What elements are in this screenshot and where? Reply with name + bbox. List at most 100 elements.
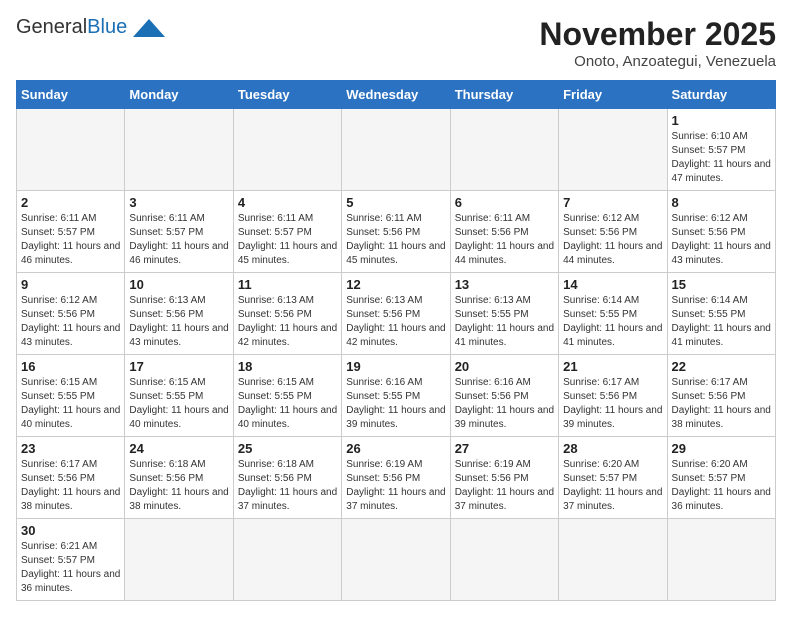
calendar-day-cell [125,519,233,601]
calendar-day-cell [342,519,450,601]
day-number: 16 [21,359,120,374]
calendar-day-cell: 23 Sunrise: 6:17 AMSunset: 5:56 PMDayligh… [17,437,125,519]
calendar-day-cell: 25 Sunrise: 6:18 AMSunset: 5:56 PMDayligh… [233,437,341,519]
calendar-day-cell: 8 Sunrise: 6:12 AMSunset: 5:56 PMDaylight… [667,191,775,273]
weekday-header: Monday [125,81,233,109]
calendar-day-cell: 28 Sunrise: 6:20 AMSunset: 5:57 PMDayligh… [559,437,667,519]
day-info: Sunrise: 6:17 AMSunset: 5:56 PMDaylight:… [21,458,120,514]
day-number: 24 [129,441,228,456]
day-number: 21 [563,359,662,374]
calendar-day-cell [342,109,450,191]
day-info: Sunrise: 6:18 AMSunset: 5:56 PMDaylight:… [129,458,228,514]
calendar-week-row: 30Sunrise: 6:21 AMSunset: 5:57 PMDayligh… [17,519,776,601]
calendar-header: SundayMondayTuesdayWednesdayThursdayFrid… [17,81,776,109]
day-info: Sunrise: 6:10 AMSunset: 5:57 PMDaylight:… [672,130,771,186]
calendar-day-cell: 3 Sunrise: 6:11 AMSunset: 5:57 PMDaylight… [125,191,233,273]
weekday-header: Wednesday [342,81,450,109]
day-number: 14 [563,277,662,292]
location-title: Onoto, Anzoategui, Venezuela [539,53,776,70]
logo-icon [131,17,167,39]
logo-text: GeneralBlue [16,16,127,39]
day-number: 27 [455,441,554,456]
day-info: Sunrise: 6:11 AMSunset: 5:57 PMDaylight:… [238,212,337,268]
day-info: Sunrise: 6:11 AMSunset: 5:57 PMDaylight:… [21,212,120,268]
day-info: Sunrise: 6:16 AMSunset: 5:55 PMDaylight:… [346,376,445,432]
weekday-header: Thursday [450,81,558,109]
day-number: 9 [21,277,120,292]
day-info: Sunrise: 6:20 AMSunset: 5:57 PMDaylight:… [672,458,771,514]
day-info: Sunrise: 6:16 AMSunset: 5:56 PMDaylight:… [455,376,554,432]
calendar-day-cell: 12Sunrise: 6:13 AMSunset: 5:56 PMDayligh… [342,273,450,355]
day-info: Sunrise: 6:11 AMSunset: 5:57 PMDaylight:… [129,212,228,268]
day-info: Sunrise: 6:14 AMSunset: 5:55 PMDaylight:… [563,294,662,350]
day-info: Sunrise: 6:20 AMSunset: 5:57 PMDaylight:… [563,458,662,514]
day-info: Sunrise: 6:13 AMSunset: 5:56 PMDaylight:… [129,294,228,350]
day-info: Sunrise: 6:15 AMSunset: 5:55 PMDaylight:… [21,376,120,432]
day-number: 4 [238,195,337,210]
calendar-body: 1 Sunrise: 6:10 AMSunset: 5:57 PMDaylight… [17,109,776,601]
day-info: Sunrise: 6:12 AMSunset: 5:56 PMDaylight:… [563,212,662,268]
day-info: Sunrise: 6:13 AMSunset: 5:56 PMDaylight:… [346,294,445,350]
weekday-header: Tuesday [233,81,341,109]
calendar-day-cell [559,519,667,601]
day-number: 15 [672,277,771,292]
day-number: 26 [346,441,445,456]
calendar-day-cell: 6Sunrise: 6:11 AMSunset: 5:56 PMDaylight… [450,191,558,273]
calendar-week-row: 1 Sunrise: 6:10 AMSunset: 5:57 PMDaylight… [17,109,776,191]
day-info: Sunrise: 6:12 AMSunset: 5:56 PMDaylight:… [672,212,771,268]
calendar-day-cell: 26 Sunrise: 6:19 AMSunset: 5:56 PMDayligh… [342,437,450,519]
day-number: 28 [563,441,662,456]
calendar-day-cell: 13 Sunrise: 6:13 AMSunset: 5:55 PMDayligh… [450,273,558,355]
day-number: 6 [455,195,554,210]
calendar-day-cell: 18Sunrise: 6:15 AMSunset: 5:55 PMDayligh… [233,355,341,437]
day-number: 25 [238,441,337,456]
day-number: 13 [455,277,554,292]
day-info: Sunrise: 6:19 AMSunset: 5:56 PMDaylight:… [346,458,445,514]
calendar-day-cell: 17 Sunrise: 6:15 AMSunset: 5:55 PMDayligh… [125,355,233,437]
day-number: 7 [563,195,662,210]
calendar-day-cell [667,519,775,601]
calendar-day-cell: 30Sunrise: 6:21 AMSunset: 5:57 PMDayligh… [17,519,125,601]
calendar-day-cell [233,519,341,601]
calendar-day-cell: 7 Sunrise: 6:12 AMSunset: 5:56 PMDaylight… [559,191,667,273]
calendar-week-row: 23 Sunrise: 6:17 AMSunset: 5:56 PMDayligh… [17,437,776,519]
day-info: Sunrise: 6:12 AMSunset: 5:56 PMDaylight:… [21,294,120,350]
calendar-day-cell: 1 Sunrise: 6:10 AMSunset: 5:57 PMDaylight… [667,109,775,191]
day-number: 20 [455,359,554,374]
day-info: Sunrise: 6:18 AMSunset: 5:56 PMDaylight:… [238,458,337,514]
day-number: 23 [21,441,120,456]
day-info: Sunrise: 6:19 AMSunset: 5:56 PMDaylight:… [455,458,554,514]
day-number: 8 [672,195,771,210]
calendar-week-row: 16 Sunrise: 6:15 AMSunset: 5:55 PMDayligh… [17,355,776,437]
day-number: 1 [672,113,771,128]
calendar-day-cell: 15Sunrise: 6:14 AMSunset: 5:55 PMDayligh… [667,273,775,355]
calendar-day-cell [450,109,558,191]
day-info: Sunrise: 6:13 AMSunset: 5:56 PMDaylight:… [238,294,337,350]
day-number: 5 [346,195,445,210]
weekday-header: Friday [559,81,667,109]
day-info: Sunrise: 6:15 AMSunset: 5:55 PMDaylight:… [129,376,228,432]
calendar-day-cell: 11Sunrise: 6:13 AMSunset: 5:56 PMDayligh… [233,273,341,355]
calendar: SundayMondayTuesdayWednesdayThursdayFrid… [16,80,776,601]
day-number: 19 [346,359,445,374]
day-info: Sunrise: 6:13 AMSunset: 5:55 PMDaylight:… [455,294,554,350]
day-number: 29 [672,441,771,456]
calendar-day-cell: 2 Sunrise: 6:11 AMSunset: 5:57 PMDaylight… [17,191,125,273]
weekday-header: Sunday [17,81,125,109]
title-area: November 2025 Onoto, Anzoategui, Venezue… [539,16,776,70]
day-info: Sunrise: 6:21 AMSunset: 5:57 PMDaylight:… [21,540,120,596]
calendar-day-cell: 20 Sunrise: 6:16 AMSunset: 5:56 PMDayligh… [450,355,558,437]
day-info: Sunrise: 6:17 AMSunset: 5:56 PMDaylight:… [563,376,662,432]
calendar-day-cell: 4 Sunrise: 6:11 AMSunset: 5:57 PMDaylight… [233,191,341,273]
day-number: 3 [129,195,228,210]
calendar-day-cell [450,519,558,601]
logo: GeneralBlue [16,16,167,39]
month-title: November 2025 [539,16,776,53]
calendar-day-cell: 22Sunrise: 6:17 AMSunset: 5:56 PMDayligh… [667,355,775,437]
calendar-day-cell: 5Sunrise: 6:11 AMSunset: 5:56 PMDaylight… [342,191,450,273]
calendar-day-cell: 27 Sunrise: 6:19 AMSunset: 5:56 PMDayligh… [450,437,558,519]
calendar-day-cell: 24 Sunrise: 6:18 AMSunset: 5:56 PMDayligh… [125,437,233,519]
day-number: 17 [129,359,228,374]
day-number: 2 [21,195,120,210]
calendar-day-cell: 10Sunrise: 6:13 AMSunset: 5:56 PMDayligh… [125,273,233,355]
